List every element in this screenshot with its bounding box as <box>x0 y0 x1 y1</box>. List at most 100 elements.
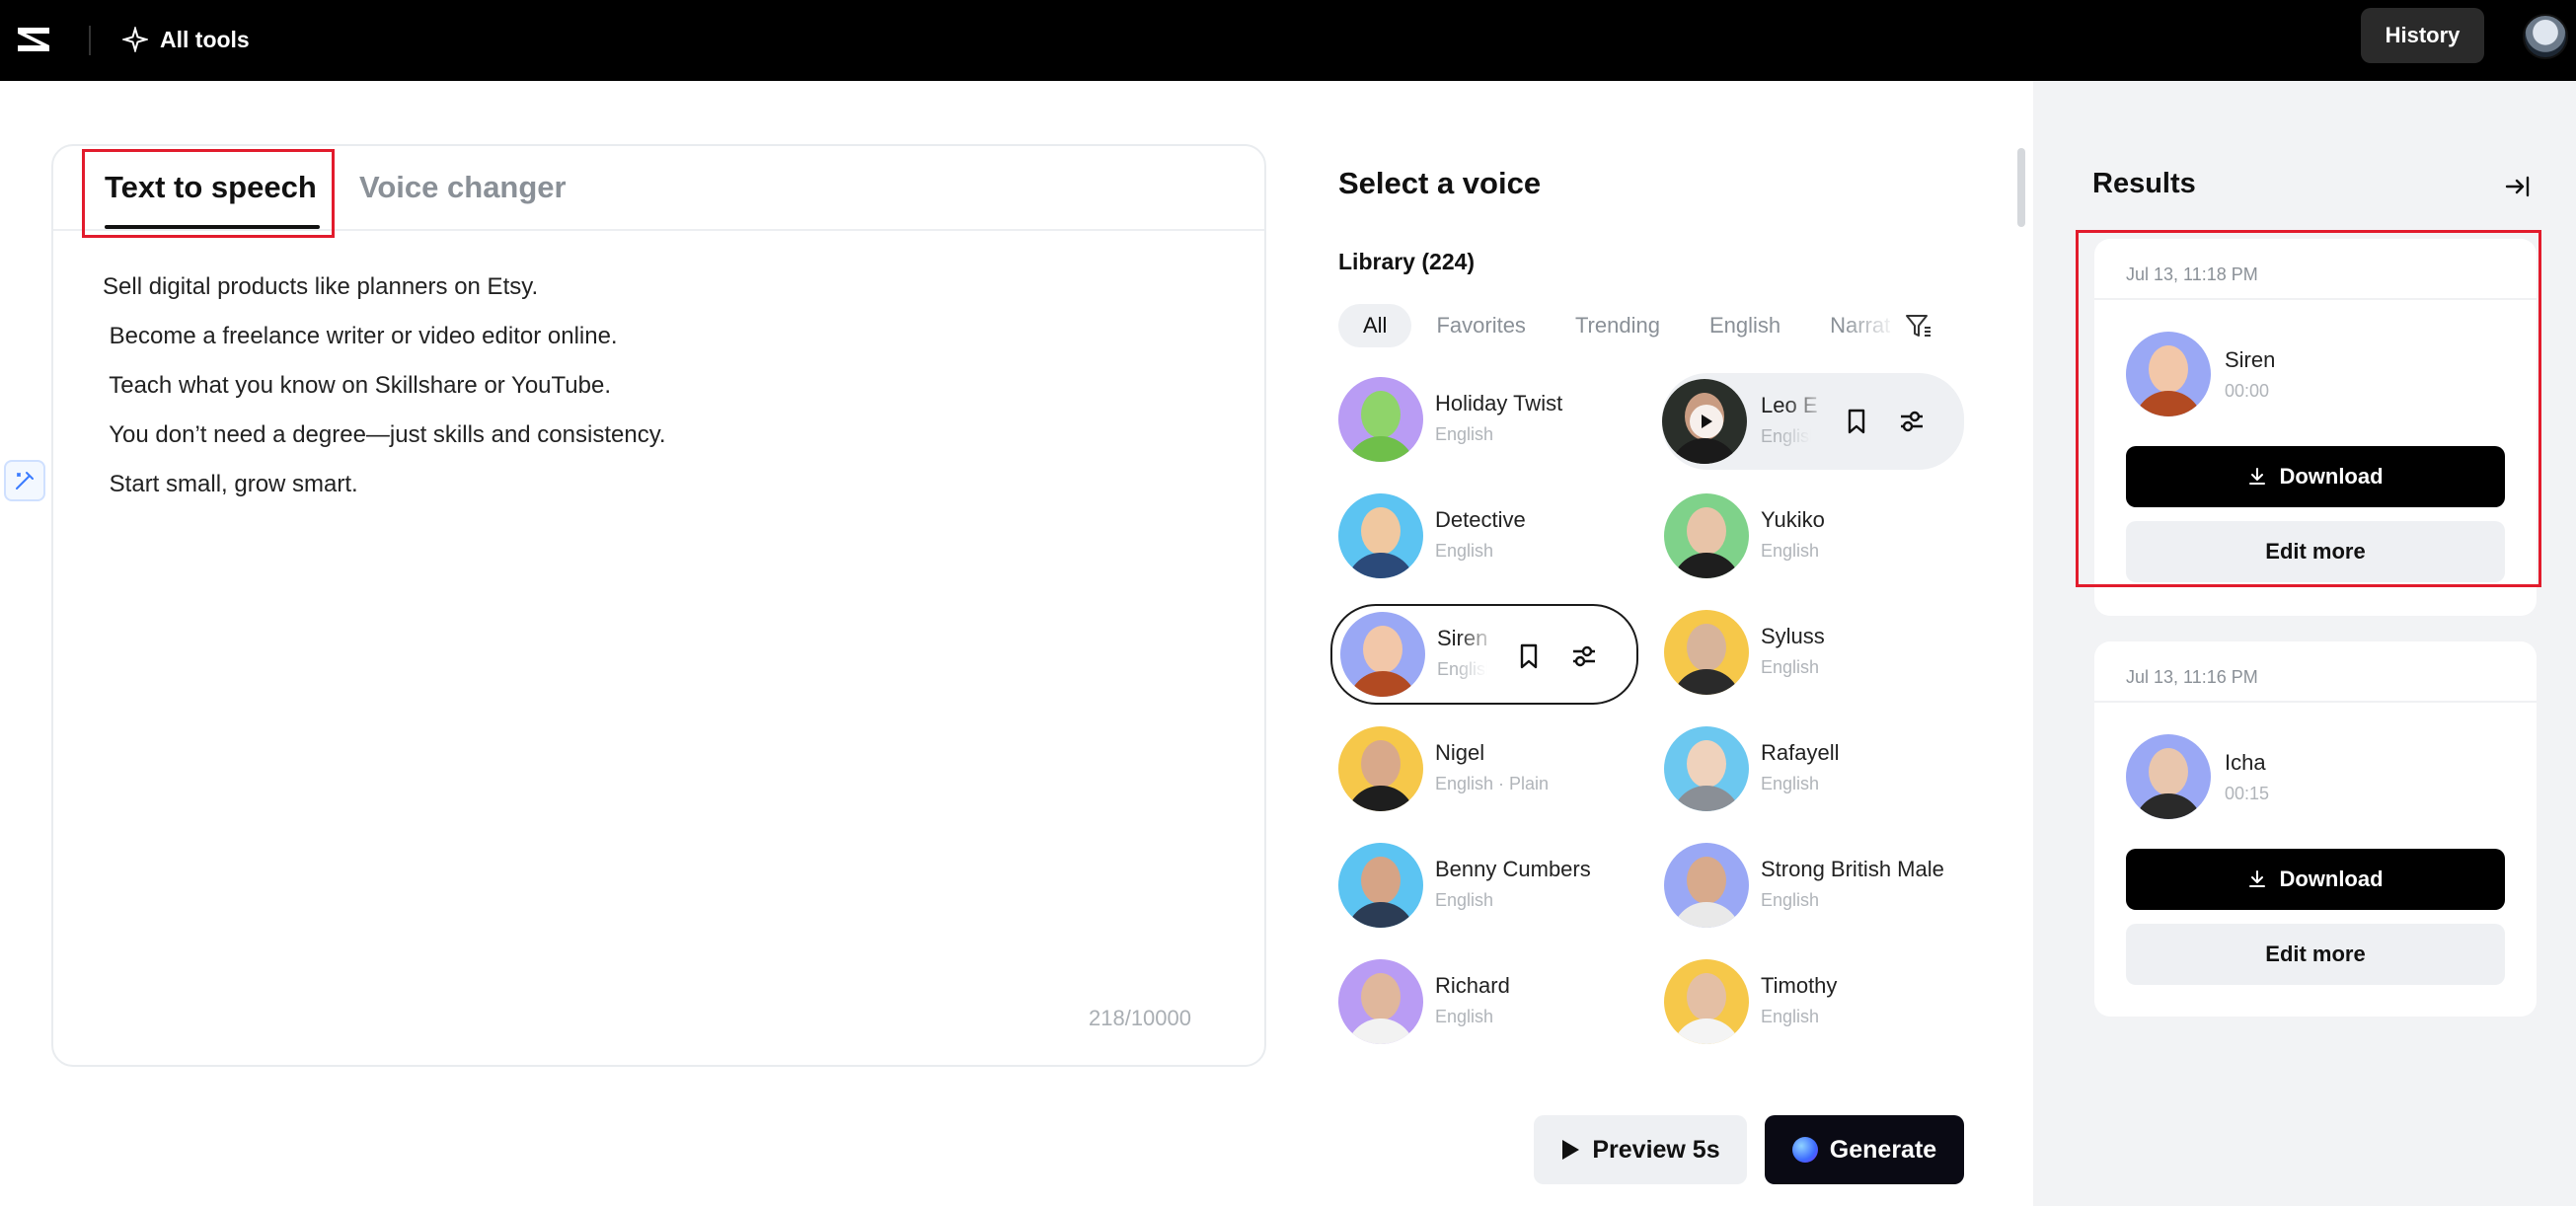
voice-language: English <box>1435 424 1494 444</box>
filter-english[interactable]: English <box>1685 304 1805 347</box>
magic-edit-icon[interactable] <box>4 460 45 501</box>
download-button[interactable]: Download <box>2126 849 2505 910</box>
result-date: Jul 13, 11:16 PM <box>2126 667 2258 687</box>
voice-name: Richard <box>1435 973 1510 998</box>
capcut-logo-icon[interactable] <box>12 18 55 61</box>
voice-language: English <box>1761 541 1820 561</box>
voice-avatar <box>1338 843 1423 928</box>
edit-more-button[interactable]: Edit more <box>2126 924 2505 985</box>
text-line: Teach what you know on Skillshare or You… <box>103 372 611 399</box>
text-line: Start small, grow smart. <box>103 471 358 497</box>
voice-language: English <box>1761 1007 1820 1026</box>
generate-orb-icon <box>1791 1137 1818 1163</box>
voice-item-strong-british-male[interactable]: Strong British Male English <box>1664 843 2000 938</box>
voice-item-detective[interactable]: Detective English <box>1338 493 1634 588</box>
voice-name: Detective <box>1435 507 1526 532</box>
voice-language: English <box>1435 541 1494 561</box>
result-duration: 00:15 <box>2225 784 2270 803</box>
download-label: Download <box>2279 867 2384 891</box>
voice-name: Strong British Male <box>1761 857 1944 881</box>
history-button[interactable]: History <box>2361 8 2484 63</box>
result-voice-name: Icha <box>2225 750 2266 775</box>
voice-item-holiday-twist[interactable]: Holiday Twist English <box>1338 377 1634 472</box>
voice-item-nigel[interactable]: Nigel English · Plain <box>1338 726 1634 821</box>
divider <box>2094 701 2537 703</box>
filter-icon[interactable] <box>1903 310 1934 341</box>
play-icon[interactable] <box>1690 405 1723 438</box>
filter-narration[interactable]: Narrat <box>1805 304 1898 347</box>
filter-trending[interactable]: Trending <box>1551 304 1685 347</box>
collapse-panel-icon[interactable] <box>2503 172 2533 201</box>
voice-name: Holiday Twist <box>1435 391 1563 415</box>
text-line: You don’t need a degree—just skills and … <box>103 421 666 448</box>
voice-item-leo[interactable]: Leo E English <box>1662 373 1964 470</box>
divider <box>89 26 91 55</box>
filter-all[interactable]: All <box>1338 304 1412 347</box>
voice-settings-icon[interactable] <box>1897 407 1927 436</box>
voice-filter-chips: All Favorites Trending English Narrat <box>1338 302 1898 349</box>
download-icon <box>2249 870 2266 887</box>
play-icon <box>1562 1140 1580 1160</box>
voice-item-timothy[interactable]: Timothy English <box>1664 959 1960 1054</box>
highlight-box <box>2076 230 2541 587</box>
script-text-input[interactable]: Sell digital products like planners on E… <box>103 263 1208 509</box>
all-tools-button[interactable]: All tools <box>122 18 250 61</box>
voice-name: Nigel <box>1435 740 1485 765</box>
voice-avatar <box>1664 959 1749 1044</box>
voice-name: Leo E <box>1761 393 1818 417</box>
avatar[interactable] <box>2523 14 2568 59</box>
voice-avatar <box>1664 493 1749 578</box>
voice-language: English <box>1435 890 1494 910</box>
voice-language: English · Plain <box>1435 774 1550 793</box>
text-editor-panel: Text to speech Voice changer Sell digita… <box>51 144 1266 1067</box>
voice-name: Syluss <box>1761 624 1825 648</box>
top-bar: All tools History <box>0 0 2576 81</box>
bookmark-icon[interactable] <box>1514 641 1544 671</box>
select-voice-title: Select a voice <box>1338 166 1542 200</box>
sparkle-icon <box>122 27 148 52</box>
filter-favorites[interactable]: Favorites <box>1411 304 1550 347</box>
voice-language: English <box>1761 774 1820 793</box>
voice-item-rafayell[interactable]: Rafayell English <box>1664 726 1960 821</box>
voice-avatar <box>1338 377 1423 462</box>
all-tools-label: All tools <box>160 26 250 52</box>
voice-name: Rafayell <box>1761 740 1840 765</box>
voice-avatar <box>1338 493 1423 578</box>
voice-item-richard[interactable]: Richard English <box>1338 959 1634 1054</box>
voice-name: Timothy <box>1761 973 1838 998</box>
generate-label: Generate <box>1829 1135 1937 1164</box>
character-count: 218/10000 <box>1089 1006 1191 1030</box>
voice-avatar <box>1340 612 1425 697</box>
voice-language: English <box>1761 426 1820 446</box>
tab-voice-changer[interactable]: Voice changer <box>359 170 567 205</box>
voice-item-yukiko[interactable]: Yukiko English <box>1664 493 1960 588</box>
voice-language: English <box>1435 1007 1494 1026</box>
results-title: Results <box>2092 168 2196 199</box>
voice-avatar <box>1338 959 1423 1044</box>
voice-language: English <box>1761 657 1820 677</box>
voice-avatar <box>1338 726 1423 811</box>
voice-avatar <box>1664 610 1749 695</box>
voice-item-syluss[interactable]: Syluss English <box>1664 610 1960 705</box>
voice-item-benny-cumbers[interactable]: Benny Cumbers English <box>1338 843 1634 938</box>
voice-list-scrollbar[interactable] <box>2017 148 2025 227</box>
result-voice-avatar <box>2126 734 2211 819</box>
result-card: Jul 13, 11:16 PM Icha 00:15 Download Edi… <box>2094 641 2537 1017</box>
voice-name: Siren <box>1437 626 1488 650</box>
voice-avatar <box>1664 843 1749 928</box>
voice-language: English <box>1437 659 1496 679</box>
text-line: Become a freelance writer or video edito… <box>103 323 618 349</box>
preview-label: Preview 5s <box>1592 1135 1720 1164</box>
highlight-box <box>82 149 335 238</box>
generate-button[interactable]: Generate <box>1765 1115 1964 1184</box>
voice-avatar <box>1664 726 1749 811</box>
voice-name: Yukiko <box>1761 507 1825 532</box>
voice-settings-icon[interactable] <box>1569 641 1599 671</box>
voice-item-siren[interactable]: Siren English <box>1330 604 1638 705</box>
preview-button[interactable]: Preview 5s <box>1534 1115 1747 1184</box>
text-line: Sell digital products like planners on E… <box>103 273 539 300</box>
bookmark-icon[interactable] <box>1842 407 1871 436</box>
voice-avatar <box>1662 379 1747 464</box>
voice-language: English <box>1761 890 1820 910</box>
voice-name: Benny Cumbers <box>1435 857 1591 881</box>
